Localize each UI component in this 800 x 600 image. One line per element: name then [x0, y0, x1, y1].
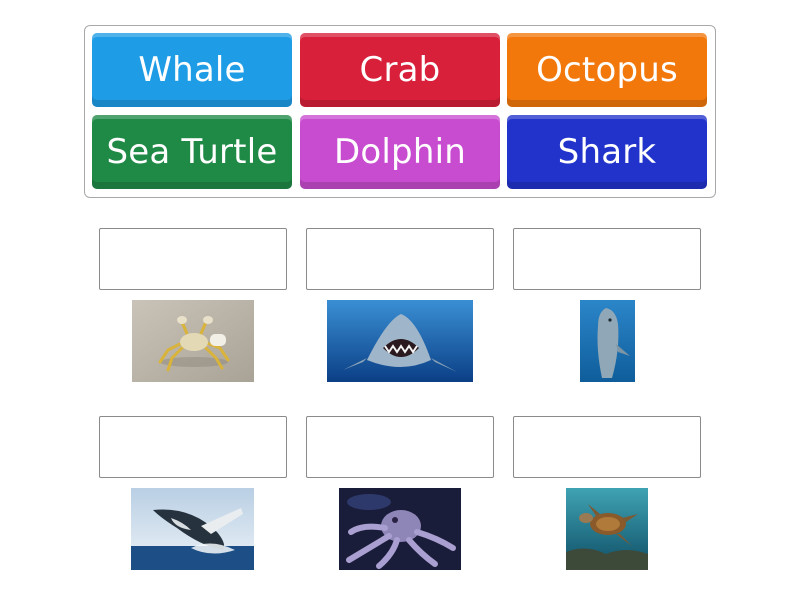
- drop-slot-whale[interactable]: [99, 416, 287, 478]
- tile-octopus[interactable]: Octopus: [507, 33, 707, 107]
- whale-photo: [131, 488, 254, 570]
- drop-slot-dolphin[interactable]: [513, 228, 701, 290]
- crab-photo: [132, 300, 254, 382]
- sea-turtle-photo: [566, 488, 648, 570]
- tile-crab[interactable]: Crab: [300, 33, 500, 107]
- octopus-photo: [339, 488, 461, 570]
- drop-slot-crab[interactable]: [99, 228, 287, 290]
- dolphin-photo: [580, 300, 635, 382]
- tile-sea-turtle[interactable]: Sea Turtle: [92, 115, 292, 189]
- drop-slot-octopus[interactable]: [306, 416, 494, 478]
- tile-shark[interactable]: Shark: [507, 115, 707, 189]
- tile-dolphin[interactable]: Dolphin: [300, 115, 500, 189]
- drop-slot-sea-turtle[interactable]: [513, 416, 701, 478]
- tile-whale[interactable]: Whale: [92, 33, 292, 107]
- shark-photo: [327, 300, 473, 382]
- drop-slot-shark[interactable]: [306, 228, 494, 290]
